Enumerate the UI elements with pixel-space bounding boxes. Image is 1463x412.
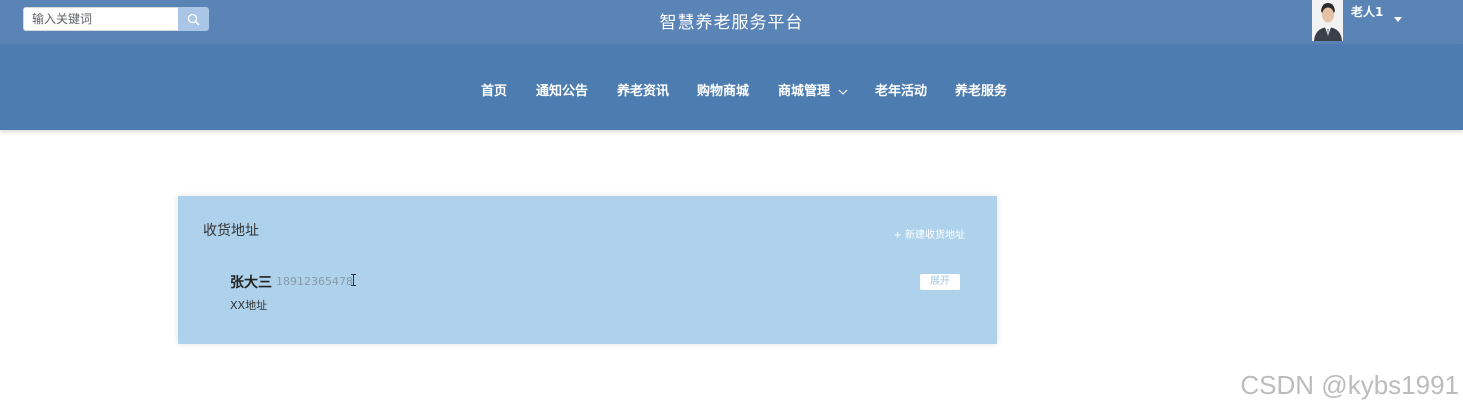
chevron-down-icon [838,89,847,95]
caret-down-icon [1394,17,1402,22]
nav-item-label: 老年活动 [875,84,928,99]
nav-item-activities[interactable]: 老年活动 [875,80,927,99]
address-card-title: 收货地址 [203,223,259,239]
watermark: CSDN @kybs1991 [1240,370,1459,400]
site-title: 智慧养老服务平台 [659,13,804,33]
new-address-button[interactable]: + 新建收货地址 [893,226,965,241]
recipient-name: 张大三 [230,275,272,291]
nav-item-news[interactable]: 养老资讯 [617,80,669,99]
recipient-phone: 18912365478 [276,275,353,288]
nav-item-label: 购物商城 [697,84,750,99]
address-card: 收货地址 + 新建收货地址 张大三 18912365478 XX地址 展开 [178,196,997,344]
avatar[interactable] [1312,0,1343,41]
text-cursor-icon [351,274,356,286]
user-avatar-icon [1312,0,1343,41]
top-bar: 智慧养老服务平台 老人1 [0,0,1463,44]
nav-item-services[interactable]: 养老服务 [955,80,1007,99]
user-menu-button[interactable] [1394,7,1402,26]
nav-item-label: 通知公告 [536,84,589,99]
nav-item-notices[interactable]: 通知公告 [536,80,588,99]
nav-item-label: 首页 [481,84,508,99]
nav-item-shop-management[interactable]: 商城管理 [778,80,848,99]
user-name[interactable]: 老人1 [1351,3,1383,20]
nav-item-home[interactable]: 首页 [481,80,507,99]
recipient-address: XX地址 [230,299,268,312]
nav-item-label: 商城管理 [778,84,831,99]
nav-item-label: 养老资讯 [617,84,670,99]
nav-item-shop[interactable]: 购物商城 [697,80,749,99]
main-nav: 首页 通知公告 养老资讯 购物商城 商城管理 老年活动 养老服务 [0,44,1463,130]
expand-button[interactable]: 展开 [920,274,960,290]
nav-item-label: 养老服务 [955,84,1008,99]
